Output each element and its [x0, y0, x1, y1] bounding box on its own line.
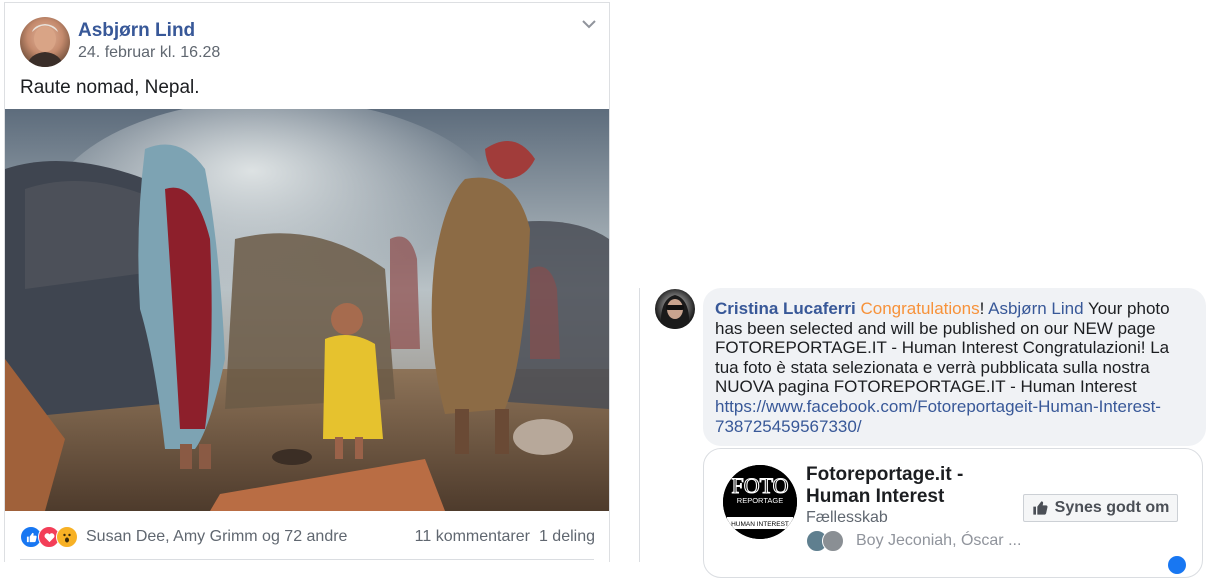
shares-count[interactable]: 1 deling	[539, 526, 595, 548]
post-timestamp[interactable]: 24. februar kl. 16.28	[78, 44, 220, 62]
thumbs-up-icon	[1032, 501, 1048, 515]
comment-mention[interactable]: Asbjørn Lind	[988, 299, 1083, 318]
page-category: Fællesskab	[806, 509, 888, 526]
page-title[interactable]: Fotoreportage.it - Human Interest	[806, 464, 1006, 508]
logo-text-mid: REPORTAGE	[737, 496, 783, 505]
like-page-button[interactable]: Synes godt om	[1023, 494, 1178, 522]
page-logo[interactable]: FOTO REPORTAGE HUMAN INTEREST	[723, 465, 797, 539]
post-caption: Raute nomad, Nepal.	[20, 77, 200, 98]
comment-author[interactable]: Cristina Lucaferri	[715, 299, 856, 318]
like-page-label: Synes godt om	[1054, 499, 1170, 516]
author-avatar[interactable]	[20, 17, 70, 67]
wow-icon	[56, 526, 78, 548]
notification-badge	[1168, 556, 1186, 574]
comment-exclamation: !	[979, 299, 985, 318]
author-name[interactable]: Asbjørn Lind	[78, 20, 195, 42]
post-card: Asbjørn Lind 24. februar kl. 16.28 Raute…	[4, 2, 610, 562]
friend-avatar	[822, 530, 844, 552]
comment-bubble: Cristina Lucaferri Congratulations! Asbj…	[703, 288, 1206, 446]
logo-text-bottom: HUMAN INTEREST	[731, 521, 789, 528]
post-stats: 11 kommentarer 1 deling	[415, 526, 595, 548]
chevron-down-icon[interactable]	[581, 17, 597, 29]
commenter-avatar[interactable]	[655, 289, 695, 329]
logo-text-top: FOTO	[731, 473, 788, 498]
friends-who-like[interactable]: Boy Jeconiah, Óscar ...	[806, 530, 1021, 552]
reactions-summary[interactable]: Susan Dee, Amy Grimm og 72 andre	[20, 526, 347, 548]
comment-link[interactable]: https://www.facebook.com/Fotoreportageit…	[715, 397, 1161, 436]
friends-text: Boy Jeconiah, Óscar ...	[856, 532, 1022, 549]
comment-hashtag-word: Congratulations	[860, 299, 980, 318]
comments-count[interactable]: 11 kommentarer	[415, 526, 530, 548]
reactions-names[interactable]: Susan Dee, Amy Grimm og 72 andre	[86, 528, 347, 546]
page-preview-card[interactable]: FOTO REPORTAGE HUMAN INTEREST Fotoreport…	[703, 448, 1203, 578]
post-photo[interactable]	[5, 109, 609, 511]
divider	[20, 559, 594, 560]
thread-line	[639, 288, 640, 562]
